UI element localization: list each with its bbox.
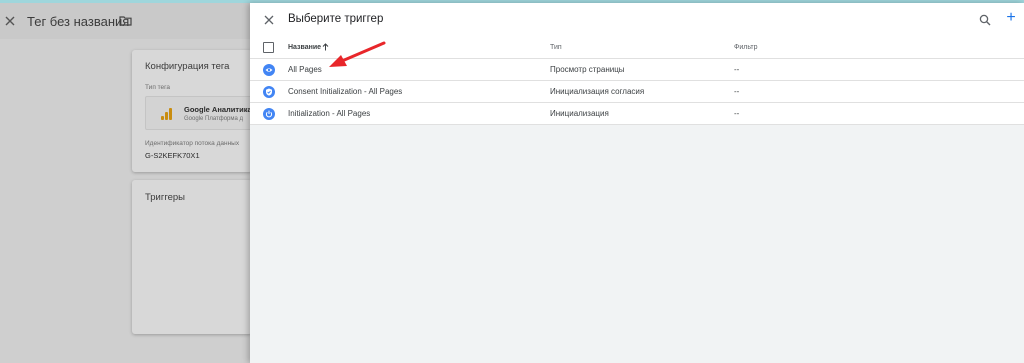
select-all-checkbox[interactable] [263, 42, 274, 53]
column-header-type[interactable]: Тип [550, 44, 562, 51]
panel-title: Выберите триггер [288, 13, 384, 25]
trigger-filter: -- [734, 65, 740, 74]
panel-header: Выберите триггер + [250, 3, 1024, 35]
column-header-filter[interactable]: Фильтр [734, 44, 758, 51]
card-title: Триггеры [145, 192, 185, 203]
google-analytics-icon [161, 108, 172, 120]
shield-icon [263, 86, 275, 98]
tag-title[interactable]: Тег без названия [27, 14, 129, 29]
triggers-table: Название Тип Фильтр All Pages Просмотр с… [250, 35, 1024, 125]
trigger-filter: -- [734, 109, 740, 118]
table-row[interactable]: Initialization - All Pages Инициализация… [250, 103, 1024, 125]
stream-id-value: G-S2KEFK70X1 [145, 151, 200, 160]
trigger-type: Инициализация согласия [550, 87, 645, 96]
plus-icon[interactable]: + [1004, 10, 1018, 26]
eye-icon [263, 64, 275, 76]
choose-trigger-panel: Выберите триггер + Название Тип Фильтр A… [250, 3, 1024, 363]
card-title: Конфигурация тега [145, 61, 230, 72]
trigger-name: Consent Initialization - All Pages [288, 87, 403, 96]
close-icon[interactable] [4, 15, 16, 27]
close-icon[interactable] [264, 15, 274, 25]
column-header-name[interactable]: Название [288, 44, 321, 51]
folder-icon[interactable] [119, 15, 132, 26]
trigger-type: Просмотр страницы [550, 65, 625, 74]
table-row[interactable]: Consent Initialization - All Pages Иници… [250, 81, 1024, 103]
trigger-filter: -- [734, 87, 740, 96]
sort-up-arrow-icon[interactable] [322, 43, 329, 51]
triggers-card[interactable]: Триггеры [132, 180, 252, 334]
stream-id-label: Идентификатор потока данных [145, 140, 240, 147]
trigger-name: All Pages [288, 65, 322, 74]
trigger-name: Initialization - All Pages [288, 109, 371, 118]
table-row[interactable]: All Pages Просмотр страницы -- [250, 59, 1024, 81]
tag-type-name: Google Аналитика [184, 105, 252, 114]
trigger-type: Инициализация [550, 109, 609, 118]
tag-type-label: Тип тега [145, 84, 171, 91]
tag-type-subtitle: Google Платформа д [184, 116, 244, 122]
search-icon[interactable] [979, 14, 991, 26]
table-header-row: Название Тип Фильтр [250, 35, 1024, 59]
power-icon [263, 108, 275, 120]
tag-configuration-card[interactable]: Конфигурация тега Тип тега Google Аналит… [132, 50, 257, 172]
tag-type-selector[interactable]: Google Аналитика Google Платформа д [145, 96, 257, 130]
editor-header: Тег без названия [0, 3, 250, 39]
